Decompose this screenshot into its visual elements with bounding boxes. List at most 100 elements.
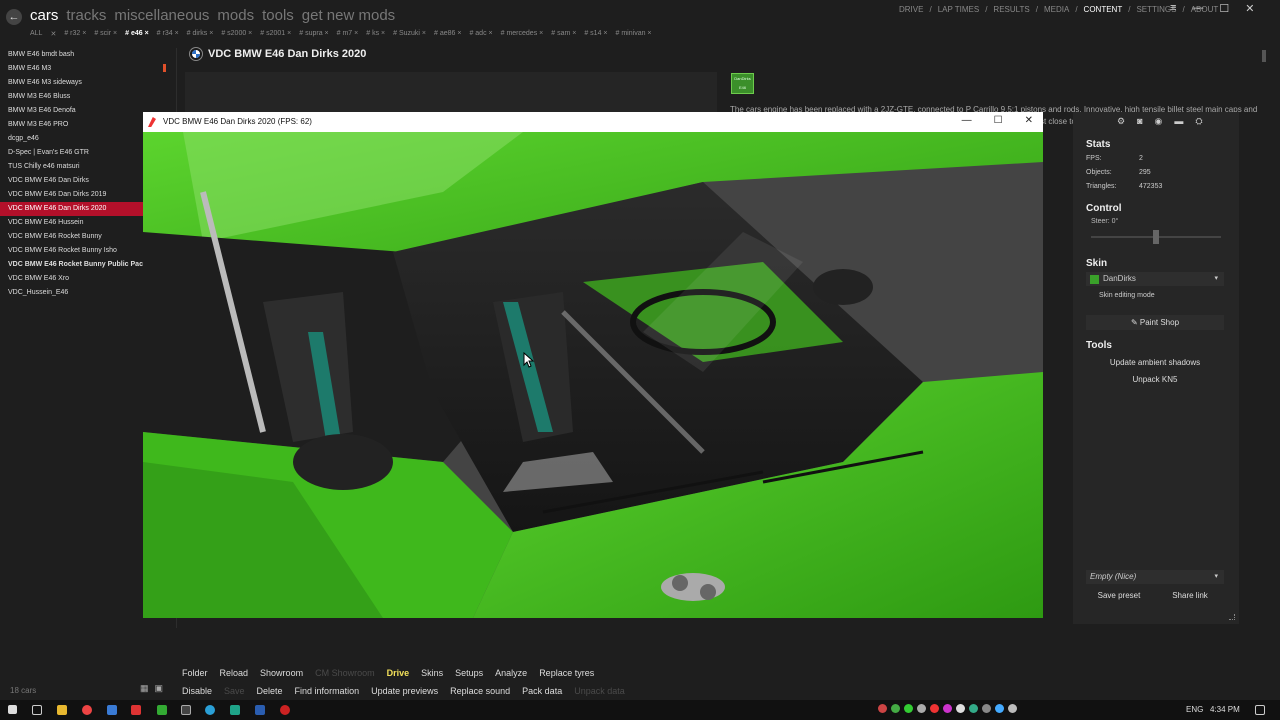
tray-icon[interactable]	[956, 704, 965, 713]
tag-filter[interactable]: # adc ×	[469, 30, 492, 42]
minimize-icon[interactable]: —	[962, 115, 972, 126]
store-icon[interactable]	[107, 705, 117, 715]
sublime-icon[interactable]	[230, 705, 240, 715]
browser-icon[interactable]	[205, 705, 215, 715]
close-icon[interactable]: ✕	[1025, 115, 1033, 126]
car-list-item[interactable]: BMW M3 E46 Bluss	[0, 90, 144, 104]
car-list-item[interactable]: VDC BMW E46 Rocket Bunny	[0, 230, 144, 244]
app-icon[interactable]	[157, 705, 167, 715]
tray-icon[interactable]	[969, 704, 978, 713]
replace-tyres-button[interactable]: Replace tyres	[533, 668, 600, 678]
photoshop-icon[interactable]	[255, 705, 265, 715]
sub-menu-media[interactable]: MEDIA	[1044, 5, 1069, 14]
tag-filter[interactable]: # e46 ×	[125, 30, 149, 42]
folder-button[interactable]: Folder	[176, 668, 214, 678]
car-settings-icon[interactable]: ⛭	[1195, 116, 1202, 127]
paint-shop-button[interactable]: ✎ Paint Shop	[1086, 315, 1224, 330]
drive-button[interactable]: Drive	[381, 668, 416, 678]
tag-filter[interactable]: # scir ×	[94, 30, 117, 42]
save-button[interactable]: Save	[218, 686, 251, 696]
sub-menu-lap-times[interactable]: LAP TIMES	[938, 5, 980, 14]
menu-icon[interactable]: ≡	[1170, 2, 1176, 15]
file-explorer-icon[interactable]	[57, 705, 67, 715]
car-list-item[interactable]: VDC BMW E46 Rocket Bunny Public Pack	[0, 258, 144, 272]
showroom-button[interactable]: Showroom	[254, 668, 309, 678]
tray-icon[interactable]	[995, 704, 1004, 713]
windows-start-icon[interactable]	[8, 705, 17, 714]
tray-icon[interactable]	[982, 704, 991, 713]
tray-icon[interactable]	[891, 704, 900, 713]
car-list-item[interactable]: BMW M3 E46 Denofa	[0, 104, 144, 118]
tag-filter[interactable]: # Suzuki ×	[393, 30, 426, 42]
main-menu-miscellaneous[interactable]: miscellaneous	[114, 7, 209, 24]
setups-button[interactable]: Setups	[449, 668, 489, 678]
steer-slider-thumb[interactable]	[1153, 230, 1159, 244]
car-list-item[interactable]: VDC BMW E46 Dan Dirks	[0, 174, 144, 188]
tag-filter[interactable]: # sam ×	[551, 30, 576, 42]
car-list-item[interactable]: VDC BMW E46 Dan Dirks 2019	[0, 188, 144, 202]
main-menu-tracks[interactable]: tracks	[66, 7, 106, 24]
record-icon[interactable]	[280, 705, 290, 715]
tag-filter[interactable]: # mercedes ×	[501, 30, 544, 42]
task-view-icon[interactable]	[32, 705, 42, 715]
tag-filter[interactable]: # m7 ×	[337, 30, 359, 42]
tray-icon[interactable]	[930, 704, 939, 713]
minimize-icon[interactable]: —	[1192, 2, 1203, 15]
main-menu-cars[interactable]: cars	[30, 7, 58, 24]
maximize-icon[interactable]: ☐	[994, 115, 1003, 126]
car-list-item[interactable]: BMW E46 M3 sideways	[0, 76, 144, 90]
main-menu-mods[interactable]: mods	[217, 7, 254, 24]
unpack-data-button[interactable]: Unpack data	[568, 686, 631, 696]
car-icon[interactable]: ▬	[1174, 116, 1183, 127]
car-list-item[interactable]: D-Spec | Evan's E46 GTR	[0, 146, 144, 160]
cm-showroom-button[interactable]: CM Showroom	[309, 668, 381, 678]
analyze-button[interactable]: Analyze	[489, 668, 533, 678]
chrome-icon[interactable]	[82, 705, 92, 715]
main-menu-tools[interactable]: tools	[262, 7, 294, 24]
sub-menu-results[interactable]: RESULTS	[993, 5, 1029, 14]
tray-icon[interactable]	[943, 704, 952, 713]
share-link-button[interactable]: Share link	[1157, 588, 1223, 603]
tag-filter[interactable]: # s2001 ×	[260, 30, 291, 42]
tag-filter[interactable]: # minivan ×	[616, 30, 652, 42]
3d-car-viewport[interactable]	[143, 132, 1043, 618]
find-information-button[interactable]: Find information	[289, 686, 366, 696]
back-arrow-icon[interactable]: ←	[6, 9, 22, 25]
update-previews-button[interactable]: Update previews	[365, 686, 444, 696]
main-menu-get-new-mods[interactable]: get new mods	[302, 7, 395, 24]
close-icon[interactable]: ✕	[1245, 2, 1254, 15]
content-manager-icon[interactable]	[131, 705, 141, 715]
language-indicator[interactable]: ENG	[1186, 705, 1203, 714]
tag-filter[interactable]: # ae86 ×	[434, 30, 461, 42]
car-list-item[interactable]: VDC_Hussein_E46	[0, 286, 144, 300]
camera-icon[interactable]: ◙	[1137, 116, 1142, 127]
tag-filter[interactable]: # s2000 ×	[221, 30, 252, 42]
tag-filter[interactable]: ✕	[50, 30, 56, 42]
grid-view-icon[interactable]: ▦	[140, 683, 149, 694]
car-list-item[interactable]: BMW E46 M3	[0, 62, 144, 76]
save-preset-button[interactable]: Save preset	[1086, 588, 1152, 603]
skin-dropdown[interactable]: DanDirks ▾	[1086, 272, 1224, 286]
tag-filter[interactable]: # s14 ×	[584, 30, 607, 42]
car-list-item[interactable]: VDC BMW E46 Hussein	[0, 216, 144, 230]
tray-icon[interactable]	[1008, 704, 1017, 713]
tag-filter[interactable]: ALL	[30, 30, 42, 42]
preset-dropdown[interactable]: Empty (Nice) ▾	[1086, 570, 1224, 584]
reload-button[interactable]: Reload	[214, 668, 255, 678]
sub-menu-drive[interactable]: DRIVE	[899, 5, 923, 14]
clock[interactable]: 4:34 PM	[1210, 705, 1240, 714]
maximize-icon[interactable]: ☐	[1219, 2, 1229, 15]
car-list-item[interactable]: TUS Chilly e46 matsuri	[0, 160, 144, 174]
notifications-icon[interactable]	[1255, 705, 1265, 715]
replace-sound-button[interactable]: Replace sound	[444, 686, 516, 696]
settings-gear-icon[interactable]: ⚙	[1117, 116, 1125, 127]
unpack-kn5-button[interactable]: Unpack KN5	[1086, 372, 1224, 387]
window-icon[interactable]	[181, 705, 191, 715]
skin-editing-mode-toggle[interactable]: Skin editing mode	[1099, 292, 1155, 299]
delete-button[interactable]: Delete	[251, 686, 289, 696]
car-list-item[interactable]: VDC BMW E46 Dan Dirks 2020	[0, 202, 144, 216]
tag-filter[interactable]: # supra ×	[299, 30, 328, 42]
car-list-item[interactable]: BMW M3 E46 PRO	[0, 118, 144, 132]
car-list-item[interactable]: BMW E46 bmdt bash	[0, 48, 144, 62]
eye-icon[interactable]: ◉	[1155, 116, 1163, 127]
